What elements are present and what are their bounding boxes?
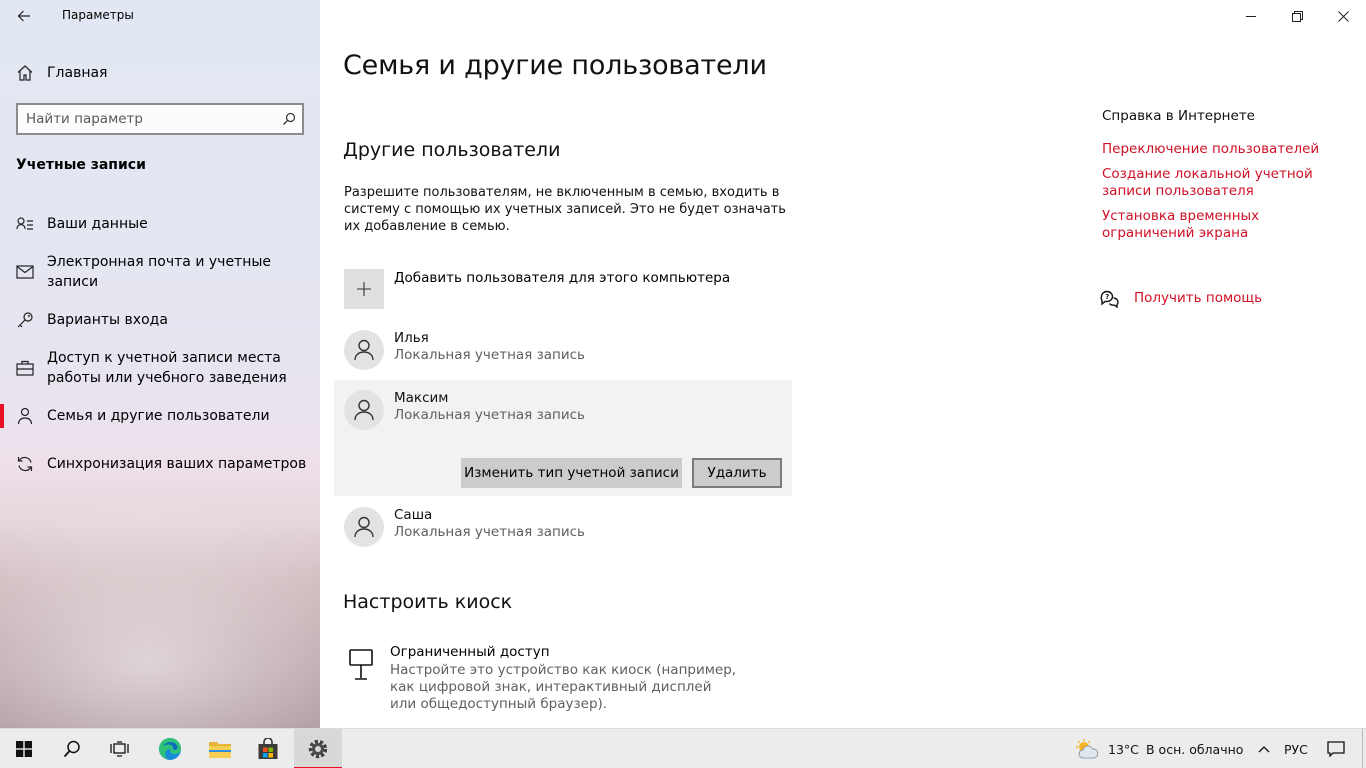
key-icon (15, 310, 35, 330)
weather-partly-cloudy-icon (1076, 739, 1099, 759)
add-user-label: Добавить пользователя для этого компьюте… (394, 270, 731, 286)
kiosk-item-title: Ограниченный доступ (390, 644, 550, 660)
mail-icon (15, 262, 35, 282)
user-item-sasha[interactable]: Саша Локальная учетная запись (334, 498, 792, 556)
taskbar-search-button[interactable] (48, 729, 96, 768)
plus-icon (357, 282, 371, 296)
add-tile (344, 269, 384, 309)
avatar (344, 507, 384, 547)
sync-icon (15, 454, 35, 474)
chevron-up-icon (1258, 746, 1270, 753)
search-box[interactable] (16, 103, 304, 135)
task-view-icon (110, 741, 129, 757)
user-account-type: Локальная учетная запись (394, 407, 586, 423)
notifications-button[interactable] (1318, 729, 1354, 768)
edge-icon (159, 738, 181, 760)
file-explorer-button[interactable] (196, 729, 244, 768)
avatar (344, 330, 384, 370)
notification-icon (1327, 741, 1345, 757)
sidebar-item-label: Варианты входа (47, 312, 168, 328)
get-help-link[interactable]: ? Получить помощь (1100, 288, 1300, 310)
input-language-indicator[interactable]: РУС (1284, 742, 1308, 757)
minimize-button[interactable] (1228, 0, 1274, 32)
close-icon (1337, 10, 1349, 22)
family-icon (15, 406, 35, 426)
sidebar-item-label: Семья и другие пользователи (47, 408, 270, 424)
user-item-maxim[interactable]: Максим Локальная учетная запись Изменить… (334, 380, 792, 496)
weather-temperature[interactable]: 13°C (1108, 742, 1139, 757)
search-icon (63, 740, 80, 758)
kiosk-icon (349, 649, 373, 680)
user-account-type: Локальная учетная запись (394, 524, 586, 540)
user-icon (354, 339, 374, 361)
app-title: Параметры (62, 8, 134, 22)
other-users-title: Другие пользователи (343, 139, 561, 161)
show-desktop-button[interactable] (1362, 729, 1366, 768)
sidebar-item-email[interactable]: Электронная почта и учетные записи (0, 254, 320, 290)
page-title: Семья и другие пользователи (343, 50, 767, 81)
nav-home-label: Главная (47, 65, 108, 81)
chat-help-icon: ? (1100, 290, 1119, 308)
add-user-button[interactable]: Добавить пользователя для этого компьюте… (344, 269, 794, 311)
sidebar-item-your-info[interactable]: Ваши данные (0, 214, 320, 234)
show-hidden-icons-button[interactable] (1252, 729, 1276, 768)
sidebar-item-label: Синхронизация ваших параметров (47, 456, 307, 472)
back-arrow-icon (17, 10, 30, 22)
close-button[interactable] (1320, 0, 1366, 32)
user-icon (354, 516, 374, 538)
help-link-switch-users[interactable]: Переключение пользователей (1102, 141, 1352, 158)
sidebar-item-label: Электронная почта и учетные записи (47, 254, 272, 290)
sidebar-item-work-access[interactable]: Доступ к учетной записи места работы или… (0, 348, 320, 388)
search-input[interactable] (26, 109, 271, 129)
minimize-icon (1246, 16, 1256, 17)
briefcase-icon (15, 358, 35, 378)
help-link-create-local-account[interactable]: Создание локальной учетной записи пользо… (1102, 166, 1352, 200)
kiosk-section-title: Настроить киоск (343, 591, 513, 613)
store-bag-icon (258, 738, 278, 759)
taskbar: 13°C В осн. облачно РУС (0, 728, 1366, 768)
user-name: Максим (394, 390, 449, 406)
gear-icon (308, 739, 328, 759)
back-button[interactable] (8, 0, 40, 32)
search-icon (283, 112, 296, 125)
help-link-screen-time-limits[interactable]: Установка временных ограничений экрана (1102, 208, 1352, 242)
nav-home[interactable]: Главная (0, 62, 320, 84)
folder-icon (209, 742, 231, 758)
windows-logo-icon (16, 741, 32, 757)
avatar (344, 390, 384, 430)
user-name: Илья (394, 330, 429, 346)
sidebar: Параметры Главная Учетные записи Ваши да… (0, 0, 320, 728)
edge-browser-button[interactable] (146, 729, 194, 768)
sidebar-item-family[interactable]: Семья и другие пользователи (0, 406, 320, 426)
sidebar-item-label: Ваши данные (47, 216, 148, 232)
change-account-type-button[interactable]: Изменить тип учетной записи (461, 458, 682, 488)
person-card-icon (15, 214, 35, 234)
restore-button[interactable] (1274, 0, 1320, 32)
sidebar-item-sync[interactable]: Синхронизация ваших параметров (0, 454, 320, 474)
active-indicator (0, 404, 4, 428)
user-icon (354, 399, 374, 421)
user-item-ilya[interactable]: Илья Локальная учетная запись (334, 322, 792, 378)
kiosk-assigned-access[interactable]: Ограниченный доступ Настройте это устрой… (344, 644, 764, 714)
sidebar-item-label: Доступ к учетной записи места работы или… (47, 350, 287, 386)
weather-condition[interactable]: В осн. облачно (1146, 742, 1243, 757)
sidebar-item-sign-in[interactable]: Варианты входа (0, 310, 320, 330)
home-icon (15, 63, 35, 83)
start-button[interactable] (0, 729, 48, 768)
delete-user-button[interactable]: Удалить (692, 458, 782, 488)
task-view-button[interactable] (96, 729, 144, 768)
restore-icon (1291, 10, 1303, 22)
section-title: Учетные записи (16, 157, 146, 173)
get-help-label: Получить помощь (1134, 290, 1263, 306)
user-account-type: Локальная учетная запись (394, 347, 586, 363)
other-users-description: Разрешите пользователям, не включенным в… (344, 185, 786, 234)
user-name: Саша (394, 507, 433, 523)
svg-text:?: ? (1105, 293, 1109, 301)
store-button[interactable] (244, 729, 292, 768)
settings-taskbar-button[interactable] (294, 729, 342, 768)
kiosk-item-description: Настройте это устройство как киоск (напр… (390, 662, 737, 712)
help-title: Справка в Интернете (1102, 108, 1255, 124)
